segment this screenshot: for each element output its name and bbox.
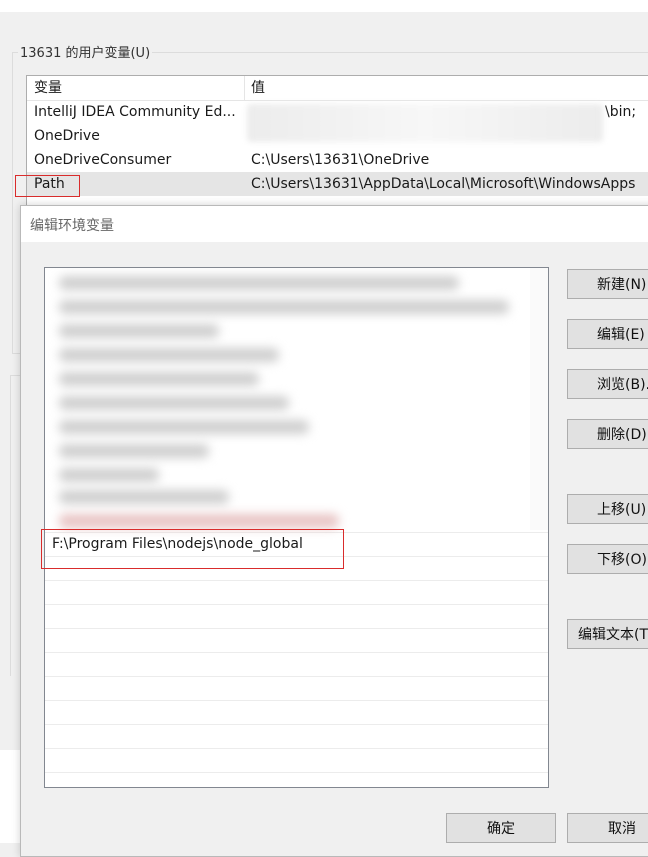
- highlight-path-variable: [15, 175, 80, 197]
- variable-name: OneDrive: [34, 128, 100, 144]
- list-item[interactable]: [45, 724, 548, 749]
- dialog-titlebar[interactable]: 编辑环境变量: [21, 206, 648, 242]
- column-separator[interactable]: [244, 76, 245, 100]
- browse-button[interactable]: 浏览(B)...: [567, 369, 648, 399]
- variable-value: \bin;: [605, 104, 637, 120]
- highlight-new-entry: [41, 529, 344, 569]
- redacted-strip: [530, 268, 548, 530]
- list-item[interactable]: [45, 748, 548, 773]
- edit-environment-variable-dialog: 编辑环境变量 F:\Program Files\nodejs\node_glob…: [20, 205, 648, 857]
- window-top-strip: [0, 0, 648, 12]
- background-fragment: [0, 750, 20, 843]
- list-item[interactable]: [45, 700, 548, 725]
- list-item[interactable]: [45, 676, 548, 701]
- path-entries-list[interactable]: F:\Program Files\nodejs\node_global: [44, 267, 549, 788]
- new-button[interactable]: 新建(N): [567, 269, 648, 299]
- variable-value: C:\Users\13631\OneDrive: [251, 152, 430, 168]
- variable-name: OneDriveConsumer: [34, 152, 172, 168]
- user-variables-group-label: 13631 的用户变量(U): [18, 42, 153, 61]
- edit-button[interactable]: 编辑(E): [567, 319, 648, 349]
- redacted-value: [247, 104, 603, 142]
- table-row-selected[interactable]: Path C:\Users\13631\AppData\Local\Micros…: [27, 172, 648, 196]
- dialog-title: 编辑环境变量: [30, 218, 114, 234]
- cancel-button[interactable]: 取消: [567, 813, 648, 843]
- column-header-variable[interactable]: 变量: [34, 76, 244, 100]
- delete-button[interactable]: 删除(D): [567, 419, 648, 449]
- ok-button[interactable]: 确定: [446, 813, 556, 843]
- list-item[interactable]: [45, 604, 548, 629]
- user-variables-table[interactable]: 变量 值 IntelliJ IDEA Community Ed... \bin;…: [26, 75, 648, 217]
- list-item[interactable]: [45, 580, 548, 605]
- list-item[interactable]: [45, 628, 548, 653]
- variable-name: IntelliJ IDEA Community Ed...: [34, 104, 236, 120]
- table-header: 变量 值: [27, 76, 648, 101]
- move-up-button[interactable]: 上移(U): [567, 494, 648, 524]
- table-row[interactable]: OneDriveConsumer C:\Users\13631\OneDrive: [27, 148, 648, 172]
- list-item[interactable]: [45, 652, 548, 677]
- variable-value: C:\Users\13631\AppData\Local\Microsoft\W…: [251, 176, 636, 192]
- column-header-value[interactable]: 值: [251, 76, 648, 100]
- edit-text-button[interactable]: 编辑文本(T)...: [567, 619, 648, 649]
- redacted-path-entries: [45, 268, 548, 530]
- move-down-button[interactable]: 下移(O): [567, 544, 648, 574]
